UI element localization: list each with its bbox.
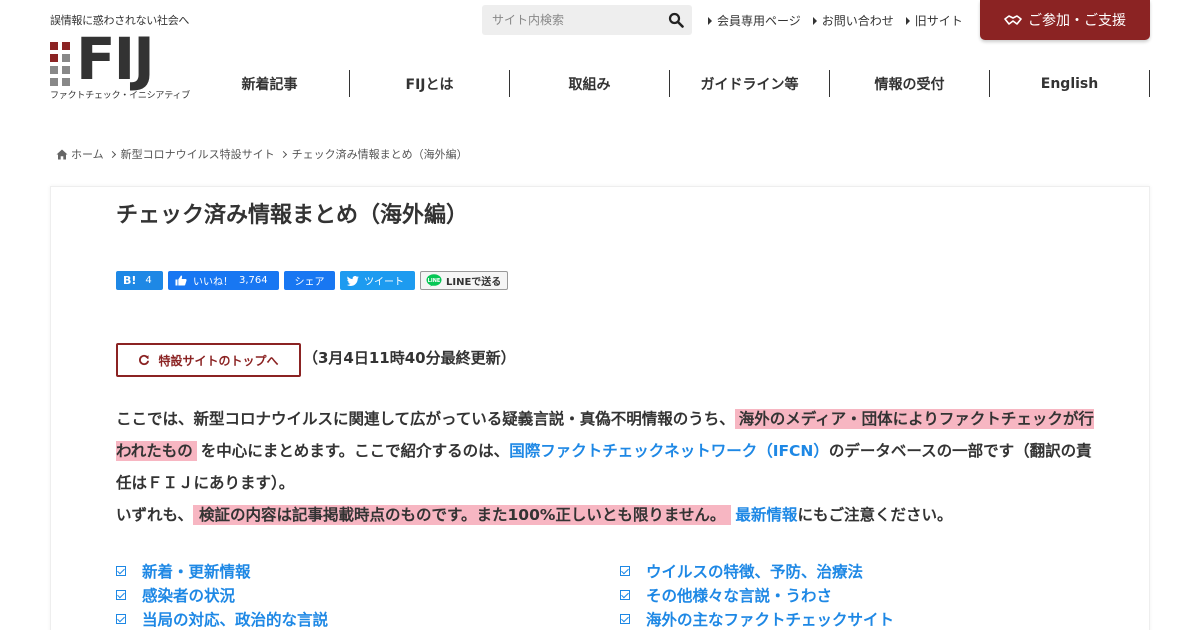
checkbox-icon (116, 566, 126, 576)
link-old-site[interactable]: 旧サイト (905, 12, 963, 29)
toc-item-virus-features[interactable]: ウイルスの特徴、予防、治療法 (620, 560, 863, 582)
hatena-bookmark-button[interactable]: B! 4 (116, 271, 163, 290)
thumbs-up-icon (175, 275, 187, 286)
triangle-right-icon (905, 16, 910, 25)
checkbox-icon (116, 614, 126, 624)
breadcrumb-covid-site[interactable]: 新型コロナウイルス特設サイト (121, 146, 275, 162)
checkbox-icon (620, 614, 630, 624)
link-contact[interactable]: お問い合わせ (812, 12, 894, 29)
line-label: LINEで送る (446, 277, 502, 288)
breadcrumb: ホーム 新型コロナウイルス特設サイト チェック済み情報まとめ（海外編） (56, 146, 468, 162)
nav-information-submission[interactable]: 情報の受付 (830, 70, 990, 97)
highlight-disclaimer: 検証の内容は記事掲載時点のものです。また100%正しいとも限りません。 (193, 505, 732, 525)
refresh-icon (139, 354, 150, 366)
facebook-like-button[interactable]: いいね！ 3,764 (168, 271, 279, 290)
triangle-right-icon (708, 16, 712, 25)
breadcrumb-current: チェック済み情報まとめ（海外編） (291, 148, 468, 161)
checkbox-icon (620, 566, 630, 576)
logo-letters: FIJ (76, 25, 155, 93)
link-members[interactable]: 会員専用ページ (708, 12, 801, 29)
chevron-right-icon (279, 150, 287, 158)
like-label: いいね！ (193, 277, 233, 288)
like-count: 3,764 (239, 275, 268, 286)
tweet-button[interactable]: ツイート (340, 271, 415, 290)
toc-item-other-rumors[interactable]: その他様々な言説・うわさ (620, 584, 832, 606)
checkbox-icon (620, 590, 630, 600)
svg-text:LINE: LINE (428, 278, 441, 284)
logo-subtitle: ファクトチェック・イニシアティブ (50, 91, 191, 101)
triangle-right-icon (812, 16, 817, 25)
nav-english[interactable]: English (990, 70, 1150, 97)
page-title: チェック済み情報まとめ（海外編） (116, 203, 469, 228)
nav-about[interactable]: FIJとは (350, 70, 510, 97)
line-share-button[interactable]: LINE LINEで送る (420, 271, 508, 290)
share-buttons: B! 4 いいね！ 3,764 シェア ツイート LINE LINEで送る (116, 271, 513, 290)
toc-item-factcheck-sites[interactable]: 海外の主なファクトチェックサイト (620, 608, 894, 630)
chevron-right-icon (108, 150, 116, 158)
intro-text: ここでは、新型コロナウイルスに関連して広がっている疑義言説・真偽不明情報のうち、… (116, 403, 1096, 531)
back-to-top-button[interactable]: 特設サイトのトップへ (116, 343, 301, 377)
site-header: 誤情報に惑わされない社会へ FIJ ファクトチェック・イニシアティブ 会員専用ペ… (0, 0, 1200, 110)
twitter-bird-icon (347, 275, 359, 286)
ifcn-link[interactable]: 国際ファクトチェックネットワーク（IFCN） (509, 442, 829, 460)
main-nav: 新着記事 FIJとは 取組み ガイドライン等 情報の受付 English (190, 70, 1150, 97)
logo-mark: FIJ (50, 25, 200, 93)
article-card: チェック済み情報まとめ（海外編） B! 4 いいね！ 3,764 シェア ツイー… (50, 186, 1150, 630)
intro-paragraph-1: ここでは、新型コロナウイルスに関連して広がっている疑義言説・真偽不明情報のうち、… (116, 409, 1094, 492)
top-links: 会員専用ページ お問い合わせ 旧サイト (708, 12, 975, 29)
nav-initiatives[interactable]: 取組み (510, 70, 670, 97)
breadcrumb-home[interactable]: ホーム (71, 146, 104, 162)
handshake-icon (1004, 15, 1022, 25)
last-updated: （3月4日11時40分最終更新） (303, 349, 516, 367)
checkbox-icon (116, 590, 126, 600)
toc-item-infection-status[interactable]: 感染者の状況 (116, 584, 235, 606)
facebook-share-button[interactable]: シェア (284, 271, 335, 290)
intro-paragraph-2: いずれも、 検証の内容は記事掲載時点のものです。また100%正しいとも限りません。… (116, 505, 953, 525)
tweet-label: ツイート (364, 277, 404, 288)
nav-new-articles[interactable]: 新着記事 (190, 70, 350, 97)
site-search (482, 5, 692, 35)
hatena-count: 4 (145, 275, 152, 286)
toc-item-government-response[interactable]: 当局の対応、政治的な言説 (116, 608, 328, 630)
search-icon[interactable] (668, 12, 684, 28)
logo-bars-icon (50, 42, 70, 86)
toc-item-new-updates[interactable]: 新着・更新情報 (116, 560, 251, 582)
hatena-icon: B! (123, 274, 137, 287)
line-icon: LINE (426, 273, 442, 286)
site-logo[interactable]: 誤情報に惑わされない社会へ FIJ ファクトチェック・イニシアティブ (50, 12, 200, 101)
search-input[interactable] (482, 5, 658, 35)
nav-guidelines[interactable]: ガイドライン等 (670, 70, 830, 97)
home-icon (56, 149, 68, 159)
join-support-button[interactable]: ご参加・ご支援 (980, 0, 1150, 40)
latest-info-link[interactable]: 最新情報 (735, 506, 797, 524)
